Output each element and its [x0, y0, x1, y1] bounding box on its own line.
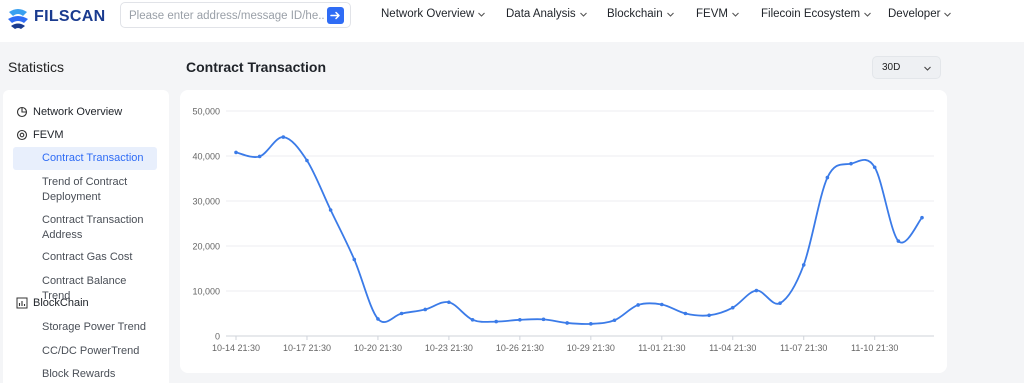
chevron-down-icon: [944, 12, 952, 17]
data-point: [896, 239, 901, 243]
sidebar-group-label: FEVM: [33, 129, 64, 141]
data-point: [920, 215, 924, 220]
stats-sidebar: Network Overview FEVM Contract Transacti…: [3, 90, 169, 383]
nav-label: Data Analysis: [506, 8, 576, 20]
data-point: [328, 208, 333, 212]
data-point: [565, 321, 569, 325]
data-point: [494, 319, 499, 324]
data-point: [801, 263, 806, 267]
data-point: [754, 288, 759, 293]
x-tick-label: 11-01 21:30: [638, 343, 685, 353]
data-point: [447, 300, 451, 305]
sidebar-item-storage-power-trend[interactable]: Storage Power Trend: [42, 320, 157, 335]
data-point: [872, 165, 877, 170]
sidebar-group-fevm[interactable]: FEVM: [16, 129, 64, 141]
nav-developer[interactable]: Developer: [888, 8, 952, 20]
nav-fevm[interactable]: FEVM: [696, 8, 740, 20]
fevm-icon: [16, 129, 28, 141]
data-point: [707, 313, 711, 318]
data-point: [730, 305, 735, 310]
x-tick-label: 10-14 21:30: [212, 343, 260, 353]
data-point: [659, 302, 664, 307]
sidebar-item-cc-dc-power-trend[interactable]: CC/DC PowerTrend: [42, 344, 157, 359]
bar-chart-icon: [16, 297, 28, 309]
data-point: [352, 257, 357, 262]
y-tick-label: 50,000: [192, 107, 220, 117]
sidebar-group-network-overview[interactable]: Network Overview: [16, 106, 122, 118]
x-tick-label: 10-29 21:30: [567, 343, 615, 353]
chevron-down-icon: [864, 12, 871, 17]
data-point: [541, 317, 546, 322]
data-point: [778, 301, 782, 305]
y-tick-label: 20,000: [192, 242, 220, 252]
sidebar-group-label: BlockChain: [33, 297, 89, 309]
nav-label: Filecoin Ecosystem: [761, 8, 861, 20]
sidebar-group-label: Network Overview: [33, 106, 123, 118]
range-select-value: 30D: [882, 62, 901, 73]
data-point: [589, 322, 593, 326]
section-title: Statistics: [8, 59, 65, 75]
search-button[interactable]: [327, 7, 344, 24]
search-input[interactable]: [129, 7, 324, 24]
data-point: [849, 161, 853, 166]
data-point: [636, 303, 640, 307]
brand-name[interactable]: FILSCAN: [34, 8, 105, 26]
x-tick-label: 11-10 21:30: [851, 343, 898, 353]
series-line: [235, 136, 923, 325]
y-tick-label: 0: [215, 332, 220, 342]
data-point: [399, 311, 404, 316]
chevron-down-icon: [924, 66, 931, 71]
data-point: [825, 175, 830, 180]
x-tick-label: 10-17 21:30: [283, 343, 331, 353]
data-point: [376, 317, 380, 321]
nav-label: Developer: [888, 8, 941, 20]
data-point: [305, 158, 309, 163]
chart-title: Contract Transaction: [186, 59, 327, 75]
pie-chart-icon: [16, 106, 28, 118]
sidebar-item-trend-of-contract-deployment[interactable]: Trend of Contract Deployment: [42, 175, 157, 205]
data-point: [257, 154, 262, 159]
sidebar-group-blockchain[interactable]: BlockChain: [16, 297, 89, 309]
chevron-down-icon: [579, 12, 587, 17]
y-tick-label: 40,000: [192, 152, 220, 162]
x-tick-label: 10-23 21:30: [425, 343, 473, 353]
data-point: [612, 318, 617, 323]
x-tick-label: 10-26 21:30: [496, 343, 544, 353]
data-point: [683, 311, 688, 316]
data-point: [281, 135, 286, 139]
search-box: [120, 2, 351, 28]
nav-network-overview[interactable]: Network Overview: [381, 8, 486, 20]
chevron-down-icon: [732, 12, 739, 17]
filscan-logo-icon[interactable]: [6, 8, 30, 30]
nav-label: FEVM: [696, 8, 728, 20]
nav-blockchain[interactable]: Blockchain: [607, 8, 675, 20]
range-select[interactable]: 30D: [872, 56, 941, 79]
nav-data-analysis[interactable]: Data Analysis: [506, 8, 588, 20]
nav-label: Blockchain: [607, 8, 663, 20]
chevron-down-icon: [478, 12, 486, 17]
contract-transaction-chart: 0 10,000 20,000 30,000 40,000 50,000 10-14 21:…: [192, 107, 934, 353]
arrow-right-icon: [330, 11, 340, 20]
y-tick-label: 10,000: [192, 287, 220, 297]
x-tick-label: 10-20 21:30: [354, 343, 402, 353]
data-point: [234, 150, 238, 155]
chevron-down-icon: [666, 12, 674, 17]
sidebar-item-contract-gas-cost[interactable]: Contract Gas Cost: [42, 250, 157, 265]
data-point: [518, 318, 522, 322]
data-point: [423, 307, 428, 312]
nav-filecoin-ecosystem[interactable]: Filecoin Ecosystem: [761, 8, 872, 20]
y-tick-label: 30,000: [192, 197, 220, 207]
nav-label: Network Overview: [381, 8, 475, 20]
x-tick-label: 11-04 21:30: [709, 343, 756, 353]
data-point: [470, 318, 475, 322]
sidebar-item-contract-transaction[interactable]: Contract Transaction: [13, 147, 157, 170]
top-header: FILSCAN Network Overview Data Analysis B…: [0, 0, 1024, 42]
sidebar-item-block-rewards[interactable]: Block Rewards: [42, 367, 157, 382]
sidebar-item-contract-transaction-address[interactable]: Contract Transaction Address: [42, 213, 157, 243]
x-tick-label: 11-07 21:30: [780, 343, 827, 353]
chart-card: 0 10,000 20,000 30,000 40,000 50,000 10-14 21:…: [180, 90, 947, 373]
